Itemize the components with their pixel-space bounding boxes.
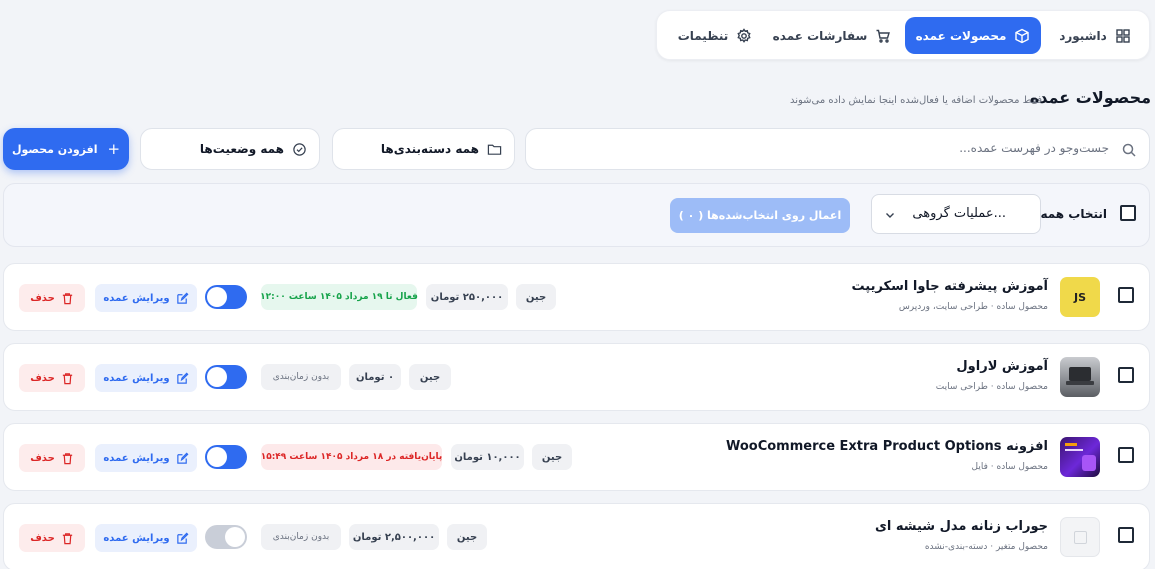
edit-icon bbox=[176, 452, 189, 464]
box-icon bbox=[1015, 28, 1030, 43]
schedule-badge: بدون زمان‌بندی bbox=[261, 364, 341, 390]
search-placeholder: جست‌وجو در فهرست عمده... bbox=[959, 141, 1109, 155]
unit-badge: جین bbox=[516, 284, 556, 310]
nav-dashboard[interactable]: داشبورد bbox=[1047, 17, 1143, 54]
delete-label: حذف bbox=[30, 532, 55, 544]
nav-settings[interactable]: تنظیمات bbox=[665, 17, 765, 54]
search-input[interactable]: جست‌وجو در فهرست عمده... bbox=[525, 128, 1150, 170]
nav-settings-label: تنظیمات bbox=[677, 28, 729, 43]
price-badge: ۲۵۰,۰۰۰ تومان bbox=[426, 284, 508, 310]
trash-icon bbox=[62, 372, 72, 384]
gear-icon bbox=[737, 27, 751, 43]
select-all-label: انتخاب همه bbox=[1040, 207, 1107, 221]
folder-icon bbox=[487, 144, 502, 155]
page-subtitle: فقط محصولات اضافه یا فعال‌شده اینجا نمای… bbox=[789, 95, 1042, 106]
add-product-button[interactable]: افزودن محصول + bbox=[3, 128, 129, 170]
category-filter[interactable]: همه دسته‌بندی‌ها bbox=[332, 128, 515, 170]
chevron-down-icon bbox=[886, 213, 894, 218]
edit-label: ویرایش عمده bbox=[103, 372, 170, 384]
delete-button[interactable]: حذف bbox=[19, 524, 85, 552]
apply-bulk-button[interactable]: اعمال روی انتخاب‌شده‌ها ( ۰ ) bbox=[670, 198, 850, 233]
schedule-badge: بدون زمان‌بندی bbox=[261, 524, 341, 550]
unit-badge: جین bbox=[532, 444, 572, 470]
product-checkbox[interactable] bbox=[1118, 367, 1134, 383]
status-filter-value: همه وضعیت‌ها bbox=[199, 142, 284, 156]
unit-badge: جین bbox=[447, 524, 487, 550]
edit-wholesale-button[interactable]: ویرایش عمده bbox=[95, 364, 197, 392]
product-checkbox[interactable] bbox=[1118, 447, 1134, 463]
page-title: محصولات عمده bbox=[1029, 88, 1151, 107]
edit-wholesale-button[interactable]: ویرایش عمده bbox=[95, 444, 197, 472]
nav-wholesale-orders[interactable]: سفارشات عمده bbox=[767, 17, 897, 54]
enable-toggle[interactable] bbox=[205, 525, 247, 549]
cart-icon bbox=[876, 29, 891, 43]
price-badge: ۲,۵۰۰,۰۰۰ تومان bbox=[349, 524, 439, 550]
edit-wholesale-button[interactable]: ویرایش عمده bbox=[95, 284, 197, 312]
delete-button[interactable]: حذف bbox=[19, 444, 85, 472]
price-badge: ۱۰,۰۰۰ تومان bbox=[451, 444, 524, 470]
edit-wholesale-button[interactable]: ویرایش عمده bbox=[95, 524, 197, 552]
delete-button[interactable]: حذف bbox=[19, 364, 85, 392]
product-thumbnail: JS bbox=[1060, 277, 1100, 317]
nav-dashboard-label: داشبورد bbox=[1059, 28, 1107, 43]
product-meta: محصول ساده · طراحی سایت bbox=[935, 382, 1048, 392]
delete-button[interactable]: حذف bbox=[19, 284, 85, 312]
edit-icon bbox=[176, 372, 189, 384]
product-thumbnail bbox=[1060, 357, 1100, 397]
product-name[interactable]: آموزش لاراول bbox=[956, 359, 1048, 374]
plus-icon: + bbox=[107, 140, 121, 158]
top-nav: داشبورد محصولات عمده سفارشات عمده تنظیما… bbox=[656, 10, 1150, 60]
product-thumbnail bbox=[1060, 437, 1100, 477]
product-name[interactable]: جوراب زنانه مدل شیشه ای bbox=[875, 519, 1048, 534]
product-thumbnail bbox=[1060, 517, 1100, 557]
check-circle-icon bbox=[293, 142, 306, 156]
schedule-badge: فعال تا ۱۹ مرداد ۱۴۰۵ ساعت ۱۲:۰۰ bbox=[260, 284, 418, 310]
select-all-checkbox[interactable] bbox=[1120, 205, 1136, 221]
status-filter[interactable]: همه وضعیت‌ها bbox=[140, 128, 320, 170]
search-icon bbox=[1122, 143, 1136, 157]
product-checkbox[interactable] bbox=[1118, 287, 1134, 303]
delete-label: حذف bbox=[30, 452, 55, 464]
bulk-action-value: عملیات گروهی... bbox=[912, 206, 1006, 221]
delete-label: حذف bbox=[30, 292, 55, 304]
edit-label: ویرایش عمده bbox=[103, 532, 170, 544]
delete-label: حذف bbox=[30, 372, 55, 384]
product-name[interactable]: آموزش پیشرفته جاوا اسکریپت bbox=[852, 279, 1049, 294]
unit-badge: جین bbox=[409, 364, 451, 390]
category-filter-value: همه دسته‌بندی‌ها bbox=[380, 142, 479, 156]
product-name[interactable]: افزونه WooCommerce Extra Product Options bbox=[726, 439, 1048, 454]
bulk-action-select[interactable]: عملیات گروهی... bbox=[871, 194, 1041, 234]
enable-toggle[interactable] bbox=[205, 445, 247, 469]
edit-icon bbox=[176, 292, 189, 304]
nav-wholesale-orders-label: سفارشات عمده bbox=[772, 28, 868, 43]
trash-icon bbox=[62, 292, 72, 304]
edit-label: ویرایش عمده bbox=[103, 292, 170, 304]
schedule-badge: پایان‌یافته در ۱۸ مرداد ۱۴۰۵ ساعت ۱۵:۴۹ bbox=[261, 444, 442, 470]
enable-toggle[interactable] bbox=[205, 285, 247, 309]
add-product-label: افزودن محصول bbox=[11, 142, 98, 156]
nav-wholesale-products-label: محصولات عمده bbox=[915, 28, 1007, 43]
trash-icon bbox=[62, 532, 72, 544]
edit-label: ویرایش عمده bbox=[103, 452, 170, 464]
edit-icon bbox=[176, 532, 189, 544]
product-checkbox[interactable] bbox=[1118, 527, 1134, 543]
enable-toggle[interactable] bbox=[205, 365, 247, 389]
product-meta: محصول ساده · طراحی سایت، وردپرس bbox=[898, 302, 1048, 312]
nav-wholesale-products[interactable]: محصولات عمده bbox=[905, 17, 1041, 54]
dashboard-icon bbox=[1116, 28, 1130, 43]
price-badge: ۰ تومان bbox=[349, 364, 401, 390]
product-meta: محصول متغیر · دسته-بندی-نشده bbox=[924, 542, 1048, 552]
trash-icon bbox=[62, 452, 72, 464]
product-meta: محصول ساده · فایل bbox=[971, 462, 1048, 472]
